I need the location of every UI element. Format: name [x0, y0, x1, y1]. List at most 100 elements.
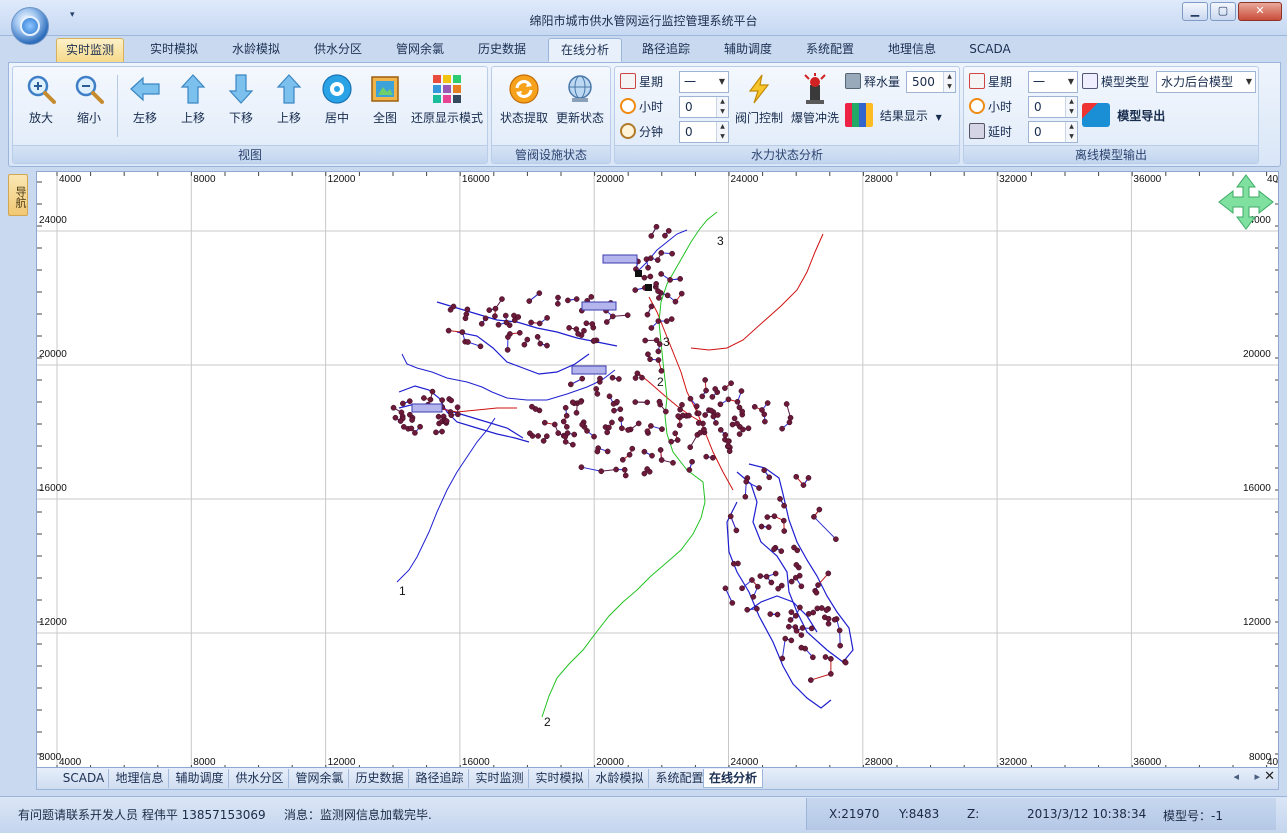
pipe-node[interactable]	[641, 470, 648, 477]
pipe-blue[interactable]	[398, 385, 530, 443]
pipe-node[interactable]	[761, 467, 768, 474]
pipe-node[interactable]	[648, 303, 655, 310]
pipe-node[interactable]	[616, 376, 622, 382]
pipe-node[interactable]	[560, 418, 567, 425]
pipe-node[interactable]	[555, 430, 562, 436]
pipe-node[interactable]	[544, 315, 550, 321]
tab-geo-info[interactable]: 地理信息	[876, 38, 948, 62]
pipe-node[interactable]	[727, 513, 734, 520]
pipe-node[interactable]	[655, 357, 662, 363]
pipe-node[interactable]	[695, 410, 702, 417]
pipe-node[interactable]	[767, 611, 774, 617]
pipe-node[interactable]	[730, 560, 737, 567]
pipe-node[interactable]	[779, 425, 785, 432]
pipe-node[interactable]	[505, 334, 511, 340]
full-extent-button[interactable]: 全图	[361, 73, 409, 129]
pipe-node[interactable]	[712, 386, 719, 392]
pipe-node[interactable]	[780, 517, 787, 524]
facility-label-box[interactable]	[602, 254, 638, 264]
pipe-node[interactable]	[777, 496, 783, 502]
pipe-node[interactable]	[699, 393, 706, 400]
doc-tab-realtime-monitor[interactable]: 实时监测	[471, 769, 529, 788]
pipe-node[interactable]	[702, 377, 708, 383]
pipe-node[interactable]	[621, 466, 628, 473]
pipe-node[interactable]	[625, 427, 632, 433]
pipe-node[interactable]	[554, 300, 561, 307]
spinner-arrows-icon[interactable]: ▲ ▼	[716, 97, 728, 117]
pipe-node[interactable]	[758, 523, 765, 530]
pipe-node[interactable]	[765, 524, 772, 530]
pipe-node[interactable]	[639, 374, 645, 381]
pipe-node[interactable]	[486, 307, 493, 313]
pipe-node[interactable]	[793, 627, 800, 634]
pipe-node[interactable]	[725, 396, 732, 403]
pipe-node[interactable]	[447, 306, 454, 313]
pipe-node[interactable]	[569, 399, 576, 406]
pipe-segment[interactable]	[581, 466, 602, 472]
pipe-node[interactable]	[677, 275, 684, 282]
pipe-node[interactable]	[675, 413, 682, 419]
pipe-node[interactable]	[687, 395, 694, 402]
pipe-node[interactable]	[710, 454, 716, 461]
pipe-node[interactable]	[815, 582, 821, 588]
pipe-node[interactable]	[653, 337, 660, 344]
pipe-node[interactable]	[740, 426, 746, 433]
pipe-node[interactable]	[648, 233, 655, 239]
pipe-node[interactable]	[763, 573, 770, 580]
model-type-select[interactable]: 水力后台模型 ▼	[1156, 71, 1256, 93]
pipe-node[interactable]	[478, 320, 485, 327]
pipe-node[interactable]	[731, 415, 738, 422]
pipe-red[interactable]	[636, 371, 706, 425]
facility-markers[interactable]	[411, 254, 652, 413]
pipe-node[interactable]	[709, 394, 716, 400]
pipe-node[interactable]	[664, 292, 671, 299]
pipe-node[interactable]	[543, 433, 550, 440]
pipe-node[interactable]	[504, 347, 511, 353]
pipe-node[interactable]	[591, 433, 597, 440]
pipe-node[interactable]	[579, 375, 586, 382]
pipe-node[interactable]	[632, 399, 639, 405]
restore-display-button[interactable]: 还原显示模式	[409, 73, 485, 129]
spinner-arrows-icon[interactable]: ▲ ▼	[1065, 97, 1077, 117]
pipe-node[interactable]	[662, 408, 669, 415]
pipe-node[interactable]	[648, 325, 655, 331]
tab-history-data[interactable]: 历史数据	[466, 38, 538, 62]
pipe-node[interactable]	[710, 413, 717, 420]
pipe-node[interactable]	[674, 437, 681, 443]
pipe-node[interactable]	[578, 464, 585, 471]
pipe-node[interactable]	[729, 600, 736, 606]
pipe-node[interactable]	[788, 609, 795, 615]
pipe-node[interactable]	[703, 387, 709, 394]
pipe-node[interactable]	[459, 329, 466, 335]
pipe-node[interactable]	[659, 426, 665, 433]
pipe-node[interactable]	[575, 331, 581, 337]
pipe-node[interactable]	[831, 616, 838, 623]
pipe-node[interactable]	[805, 475, 812, 481]
pipe-node[interactable]	[754, 583, 761, 590]
pipe-node[interactable]	[619, 425, 625, 432]
pipe-node[interactable]	[668, 316, 675, 322]
pipe-node[interactable]	[521, 341, 528, 348]
pipe-node[interactable]	[686, 467, 693, 473]
pipe-node[interactable]	[678, 290, 685, 297]
pipe-node[interactable]	[477, 343, 484, 350]
pipe-node[interactable]	[429, 388, 436, 395]
facility-label-box[interactable]	[411, 403, 443, 413]
pipe-node[interactable]	[644, 466, 651, 472]
extract-status-button[interactable]: 状态提取	[496, 73, 552, 129]
pipe-node[interactable]	[439, 397, 446, 403]
pan-down-button[interactable]: 下移	[217, 73, 265, 129]
pipe-node[interactable]	[454, 404, 461, 411]
pipe-node[interactable]	[743, 478, 750, 485]
pipe-node[interactable]	[417, 423, 423, 430]
pipe-node[interactable]	[726, 448, 733, 455]
tab-path-trace[interactable]: 路径追踪	[630, 38, 702, 62]
pipe-node[interactable]	[400, 400, 406, 407]
pipe-node[interactable]	[725, 438, 732, 445]
pipe-node[interactable]	[655, 318, 662, 324]
doc-tab-geo-info[interactable]: 地理信息	[111, 769, 169, 788]
pipe-node[interactable]	[609, 374, 616, 381]
doc-tab-online-analysis[interactable]: 在线分析	[703, 769, 763, 788]
pipe-segment[interactable]	[781, 638, 786, 659]
pipe-node[interactable]	[781, 502, 787, 509]
